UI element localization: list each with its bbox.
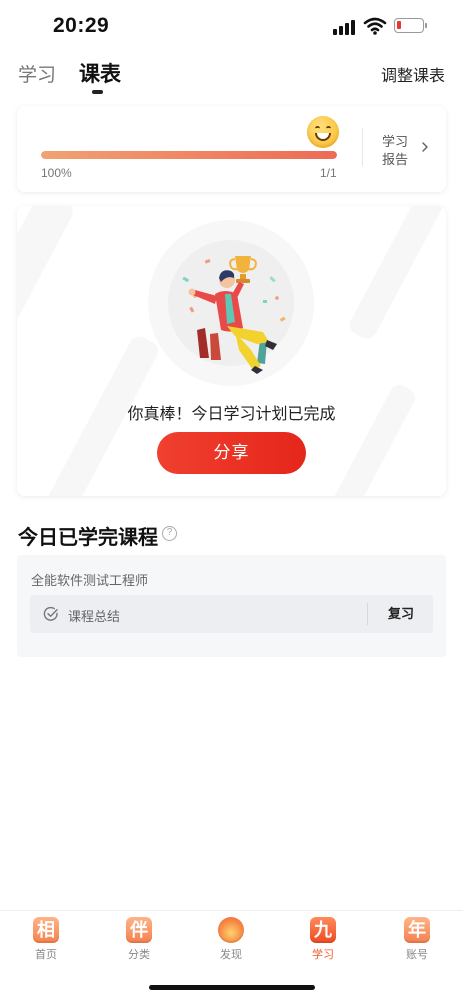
cellular-signal-icon [333, 19, 357, 35]
check-circle-icon [43, 606, 58, 621]
chevron-right-icon[interactable] [418, 140, 432, 154]
home-icon: 相 [33, 917, 59, 943]
completion-message: 你真棒！今日学习计划已完成 [127, 406, 336, 423]
learning-icon: 九 [310, 917, 336, 943]
section-title: 今日已学完课程 [18, 527, 158, 549]
progress-ratio: 1/1 [320, 166, 337, 180]
tab-label: 学习 [312, 949, 334, 961]
home-indicator[interactable] [149, 985, 315, 990]
smiley-icon [307, 116, 339, 148]
study-report-button[interactable]: 学习报告 [382, 133, 412, 169]
wifi-icon [363, 17, 387, 35]
course-name: 全能软件测试工程师 [31, 573, 149, 588]
battery-icon [394, 18, 427, 33]
tab-account[interactable]: 年 账号 [387, 917, 447, 962]
tab-label: 分类 [128, 949, 150, 961]
progress-bar [41, 151, 337, 159]
tab-category[interactable]: 伴 分类 [109, 917, 169, 962]
review-button[interactable]: 复习 [370, 595, 432, 633]
tab-label: 账号 [406, 949, 428, 961]
account-icon: 年 [404, 917, 430, 943]
course-item-label: 课程总结 [68, 609, 121, 624]
progress-bar-fill [41, 151, 337, 159]
adjust-schedule-button[interactable]: 调整课表 [381, 62, 445, 86]
share-button[interactable]: 分享 [157, 432, 306, 474]
help-icon[interactable]: ? [162, 526, 177, 541]
tab-schedule[interactable]: 课表 [79, 58, 121, 88]
tab-label: 首页 [35, 949, 57, 961]
tab-learning[interactable]: 九 学习 [293, 917, 353, 962]
active-tab-indicator [92, 90, 103, 94]
divider [362, 128, 363, 166]
tab-discover[interactable]: 发现 [201, 917, 261, 962]
divider [367, 603, 368, 625]
tab-study[interactable]: 学习 [18, 60, 56, 87]
category-icon: 伴 [126, 917, 152, 943]
progress-percent: 100% [41, 166, 72, 180]
tab-home[interactable]: 相 首页 [16, 917, 76, 962]
trophy-illustration [182, 256, 286, 374]
status-time: 20:29 [53, 14, 110, 37]
flame-icon [218, 917, 244, 943]
tab-label: 发现 [220, 949, 242, 961]
